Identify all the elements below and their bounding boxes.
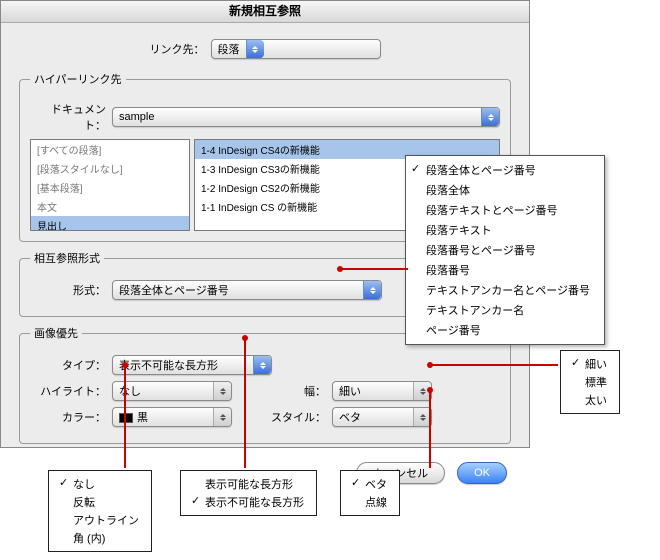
menu-item: なし <box>57 475 143 493</box>
color-value: 黒 <box>113 409 213 425</box>
list-item[interactable]: 本文 <box>31 197 189 216</box>
style-select[interactable]: ベタ <box>332 407 432 427</box>
format-popup[interactable]: 段落全体とページ番号段落全体段落テキストとページ番号段落テキスト段落番号とページ… <box>405 155 605 345</box>
format-value: 段落全体とページ番号 <box>113 282 363 298</box>
menu-item: 表示可能な長方形 <box>189 475 308 493</box>
menu-item[interactable]: テキストアンカー名とページ番号 <box>406 280 604 300</box>
menu-item: 反転 <box>57 493 143 511</box>
list-item[interactable]: [すべての段落] <box>31 140 189 159</box>
updown-icon <box>253 356 271 374</box>
format-legend: 相互参照形式 <box>30 250 104 266</box>
highlight-label: ハイライト： <box>30 383 112 399</box>
updown-icon <box>213 408 231 426</box>
menu-item[interactable]: テキストアンカー名 <box>406 300 604 320</box>
format-label: 形式： <box>30 282 112 298</box>
list-item[interactable]: [段落スタイルなし] <box>31 159 189 178</box>
link-value: 段落 <box>212 41 246 57</box>
highlight-value: なし <box>113 383 213 399</box>
dialog-title: 新規相互参照 <box>1 1 529 23</box>
type-value: 表示不可能な長方形 <box>113 357 253 373</box>
list-item[interactable]: [基本段落] <box>31 178 189 197</box>
type-select[interactable]: 表示不可能な長方形 <box>112 355 272 375</box>
list-item[interactable]: 見出し <box>31 216 189 231</box>
color-label: カラー： <box>30 409 112 425</box>
link-select[interactable]: 段落 <box>211 39 381 59</box>
updown-icon <box>481 108 499 126</box>
appearance-legend: 画像優先 <box>30 325 82 341</box>
menu-item: 細い <box>569 355 611 373</box>
width-value: 細い <box>333 383 413 399</box>
updown-icon <box>246 40 264 58</box>
link-row: リンク先： 段落 <box>1 29 529 63</box>
document-value: sample <box>113 111 481 123</box>
width-label: 幅： <box>232 383 332 399</box>
menu-item: 標準 <box>569 373 611 391</box>
menu-item[interactable]: 段落全体 <box>406 180 604 200</box>
ok-button[interactable]: OK <box>457 462 507 484</box>
destination-legend: ハイパーリンク先 <box>30 71 126 87</box>
width-select[interactable]: 細い <box>332 381 432 401</box>
color-swatch-icon <box>119 413 133 423</box>
menu-item[interactable]: 段落テキストとページ番号 <box>406 200 604 220</box>
menu-item: ベタ <box>349 475 391 493</box>
menu-item: 表示不可能な長方形 <box>189 493 308 511</box>
menu-item[interactable]: 段落番号 <box>406 260 604 280</box>
document-select[interactable]: sample <box>112 107 500 127</box>
style-label: スタイル： <box>232 409 332 425</box>
style-options-annotation: ベタ点線 <box>340 470 400 516</box>
updown-icon <box>363 281 381 299</box>
updown-icon <box>213 382 231 400</box>
menu-item: 点線 <box>349 493 391 511</box>
color-select[interactable]: 黒 <box>112 407 232 427</box>
width-options-annotation: 細い標準太い <box>560 350 620 414</box>
menu-item: 角 (内) <box>57 529 143 547</box>
style-value: ベタ <box>333 409 413 425</box>
menu-item[interactable]: 段落番号とページ番号 <box>406 240 604 260</box>
menu-item: アウトライン <box>57 511 143 529</box>
menu-item[interactable]: 段落テキスト <box>406 220 604 240</box>
menu-item[interactable]: ページ番号 <box>406 320 604 340</box>
menu-item: 太い <box>569 391 611 409</box>
type-options-annotation: 表示可能な長方形表示不可能な長方形 <box>180 470 317 516</box>
paragraph-style-list[interactable]: [すべての段落][段落スタイルなし][基本段落]本文見出し <box>30 139 190 231</box>
link-label: リンク先： <box>150 41 211 57</box>
updown-icon <box>413 382 431 400</box>
type-label: タイプ： <box>30 357 112 373</box>
document-label: ドキュメント： <box>30 101 112 133</box>
highlight-options-annotation: なし反転アウトライン角 (内) <box>48 470 152 552</box>
highlight-select[interactable]: なし <box>112 381 232 401</box>
updown-icon <box>413 408 431 426</box>
menu-item[interactable]: 段落全体とページ番号 <box>406 160 604 180</box>
format-select[interactable]: 段落全体とページ番号 <box>112 280 382 300</box>
